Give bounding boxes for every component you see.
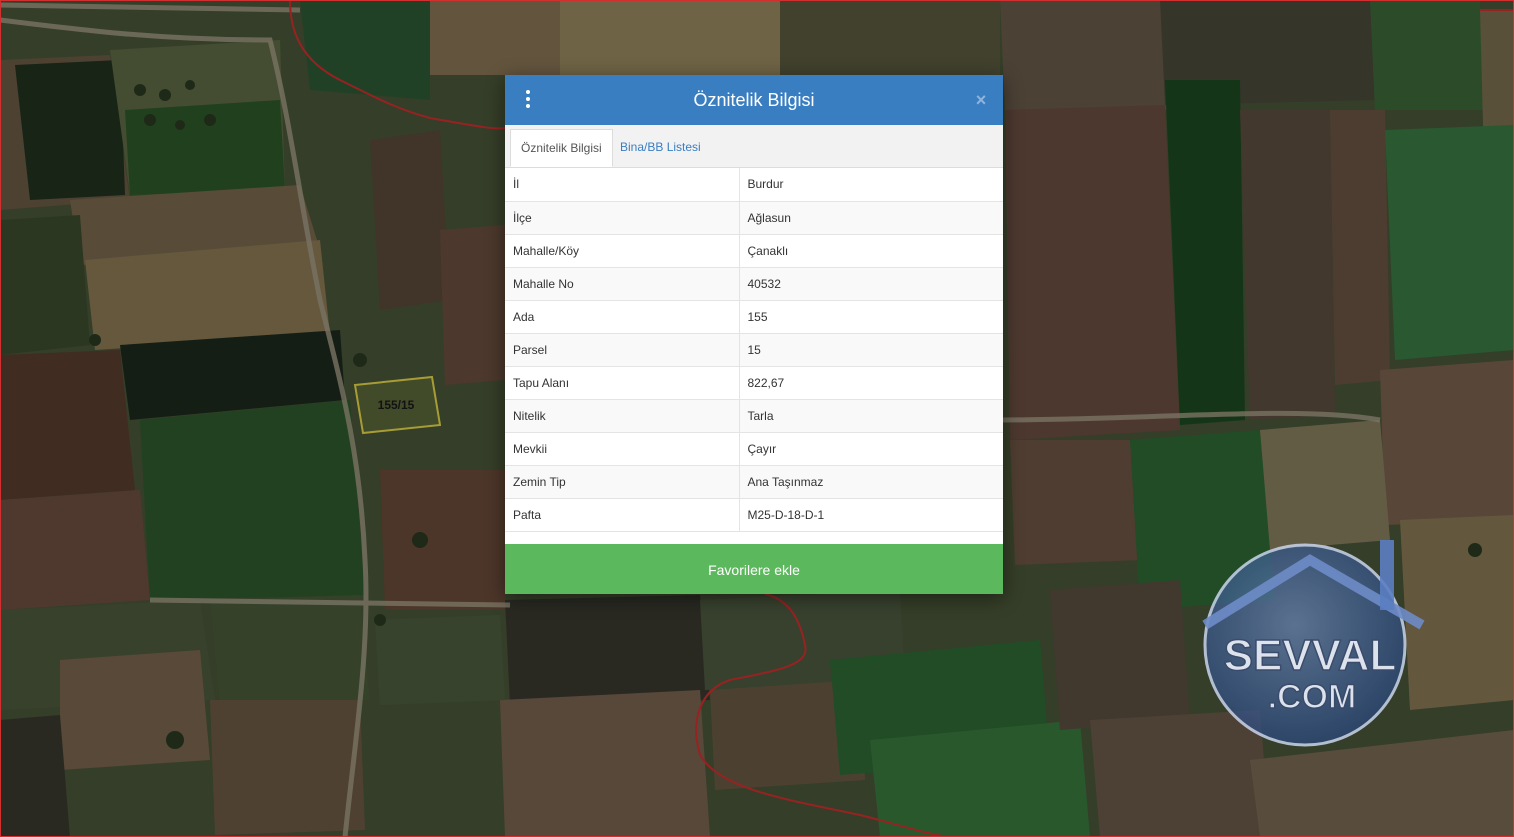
attribute-value: Tarla: [739, 399, 1003, 433]
attribute-key: Ada: [505, 300, 740, 334]
attribute-value: 822,67: [739, 366, 1003, 400]
attribute-value: 155: [739, 300, 1003, 334]
table-row: İlçe Ağlasun: [505, 201, 1003, 235]
table-row: Pafta M25-D-18-D-1: [505, 498, 1003, 532]
attribute-value: M25-D-18-D-1: [739, 498, 1003, 532]
dialog-header: Öznitelik Bilgisi ×: [505, 75, 1003, 125]
dialog-tabs: Öznitelik Bilgisi Bina/BB Listesi: [505, 125, 1003, 168]
table-row: Mahalle/Köy Çanaklı: [505, 234, 1003, 268]
table-row: Nitelik Tarla: [505, 399, 1003, 433]
attribute-value: Ana Taşınmaz: [739, 465, 1003, 499]
attribute-key: Mahalle No: [505, 267, 740, 301]
table-row: Parsel 15: [505, 333, 1003, 367]
table-row: İl Burdur: [505, 168, 1003, 202]
attribute-value: Ağlasun: [739, 201, 1003, 235]
attribute-key: İl: [505, 168, 740, 202]
tab-building-list[interactable]: Bina/BB Listesi: [610, 129, 711, 167]
attribute-value: Çayır: [739, 432, 1003, 466]
table-row: Zemin Tip Ana Taşınmaz: [505, 465, 1003, 499]
watermark-text-main: SEVVAL: [1224, 631, 1397, 680]
attribute-key: Pafta: [505, 498, 740, 532]
attribute-value: Burdur: [739, 168, 1003, 202]
attribute-value: 15: [739, 333, 1003, 367]
attribute-value: 40532: [739, 267, 1003, 301]
add-to-favorites-button[interactable]: Favorilere ekle: [505, 544, 1003, 594]
table-row: Mevkii Çayır: [505, 432, 1003, 466]
attribute-table: İl Burdur İlçe Ağlasun Mahalle/Köy Çanaklı Mah…: [505, 168, 1003, 532]
attribute-value: Çanaklı: [739, 234, 1003, 268]
attribute-key: Mahalle/Köy: [505, 234, 740, 268]
attribute-key: Zemin Tip: [505, 465, 740, 499]
table-row: Tapu Alanı 822,67: [505, 366, 1003, 400]
attribute-key: Parsel: [505, 333, 740, 367]
table-row: Mahalle No 40532: [505, 267, 1003, 301]
tab-attribute-info[interactable]: Öznitelik Bilgisi: [510, 129, 613, 167]
attribute-key: Mevkii: [505, 432, 740, 466]
dialog-title: Öznitelik Bilgisi: [693, 90, 815, 110]
table-row: Ada 155: [505, 300, 1003, 334]
attribute-key: Tapu Alanı: [505, 366, 740, 400]
close-icon[interactable]: ×: [971, 88, 991, 112]
attribute-key: Nitelik: [505, 399, 740, 433]
sevval-watermark-logo: SEVVAL .COM: [1202, 540, 1425, 747]
attribute-info-dialog: Öznitelik Bilgisi × Öznitelik Bilgisi Bi…: [505, 75, 1003, 594]
watermark-text-domain: .COM: [1268, 678, 1357, 716]
attribute-key: İlçe: [505, 201, 740, 235]
watermark-chimney-icon: [1380, 540, 1394, 610]
